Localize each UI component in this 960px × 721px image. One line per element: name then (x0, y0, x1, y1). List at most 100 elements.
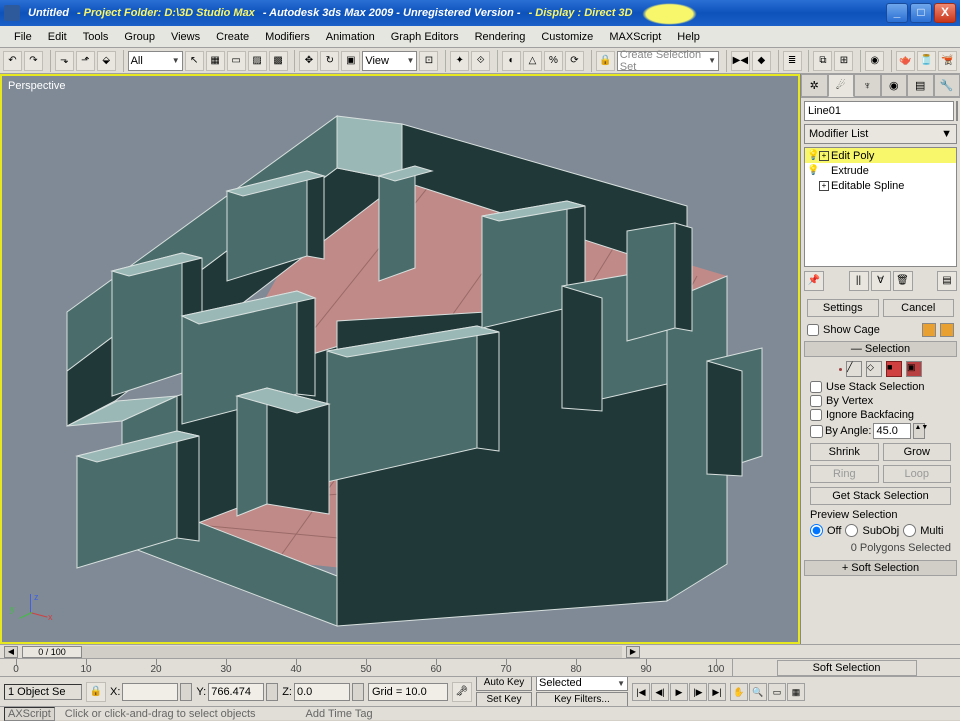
key-filters-button[interactable]: Key Filters... (536, 692, 628, 706)
selection-filter[interactable]: All▼ (128, 51, 183, 71)
by-vertex-check[interactable] (810, 395, 822, 407)
minimize-button[interactable]: _ (886, 3, 908, 23)
menu-views[interactable]: Views (163, 28, 208, 46)
menu-edit[interactable]: Edit (40, 28, 75, 46)
modifier-stack[interactable]: 💡+Edit Poly 💡Extrude +Editable Spline (804, 147, 957, 267)
key-filters-sel[interactable]: Selected▼ (536, 676, 628, 691)
viewport-perspective[interactable]: Perspective (0, 74, 800, 644)
shrink-button[interactable]: Shrink (810, 443, 879, 461)
subobj-border-icon[interactable]: ◇ (866, 361, 882, 377)
quick-render-icon[interactable]: 🫕 (938, 51, 957, 71)
tab-modify[interactable]: ☄ (828, 74, 855, 97)
menu-maxscript[interactable]: MAXScript (601, 28, 669, 46)
keymode-icon[interactable]: ⟐ (471, 51, 490, 71)
angle-input[interactable] (873, 423, 911, 439)
link-icon[interactable]: ⬎ (55, 51, 74, 71)
tab-display[interactable]: ▤ (907, 74, 934, 97)
show-cage-check[interactable] (807, 324, 819, 336)
nav-pan-icon[interactable]: ✋ (730, 683, 748, 701)
unlink-icon[interactable]: ⬏ (76, 51, 95, 71)
modifier-list[interactable]: Modifier List▼ (804, 124, 957, 144)
select-name-icon[interactable]: ▦ (206, 51, 225, 71)
named-sel-lock-icon[interactable]: 🔒 (596, 51, 615, 71)
ref-coord-sys[interactable]: View▼ (362, 51, 417, 71)
preview-subobj-radio[interactable] (845, 524, 858, 537)
stack-editable-spline[interactable]: +Editable Spline (805, 178, 956, 193)
prev-frame-icon[interactable]: ◀| (651, 683, 669, 701)
add-time-tag[interactable]: Add Time Tag (306, 708, 373, 720)
bind-icon[interactable]: ⬙ (97, 51, 116, 71)
goto-start-icon[interactable]: |◀ (632, 683, 650, 701)
layers-icon[interactable]: ≣ (783, 51, 802, 71)
rotate-icon[interactable]: ↻ (320, 51, 339, 71)
coord-y[interactable] (208, 683, 264, 701)
stack-edit-poly[interactable]: 💡+Edit Poly (805, 148, 956, 163)
time-ruler[interactable]: 0102030405060708090100 Soft Selection (0, 658, 960, 676)
nav-fov-icon[interactable]: ▭ (768, 683, 786, 701)
loop-button[interactable]: Loop (883, 465, 952, 483)
next-frame-icon[interactable]: |▶ (689, 683, 707, 701)
menu-grapheditors[interactable]: Graph Editors (383, 28, 467, 46)
tab-hierarchy[interactable]: ♆ (854, 74, 881, 97)
tab-create[interactable]: ✲ (801, 74, 828, 97)
time-slider-thumb[interactable]: 0 / 100 (22, 646, 82, 658)
mirror-icon[interactable]: ▶◀ (731, 51, 750, 71)
scale-icon[interactable]: ▣ (341, 51, 360, 71)
configure-sets-icon[interactable]: ▤ (937, 271, 957, 291)
align-icon[interactable]: ◆ (752, 51, 771, 71)
time-slider-right[interactable]: ▶ (626, 646, 640, 658)
redo-icon[interactable]: ↷ (24, 51, 43, 71)
goto-end-icon[interactable]: ▶| (708, 683, 726, 701)
render-frame-icon[interactable]: 🫙 (917, 51, 936, 71)
spinner-snap-icon[interactable]: ⟳ (565, 51, 584, 71)
nav-zoomext-icon[interactable]: ▦ (787, 683, 805, 701)
menu-help[interactable]: Help (669, 28, 708, 46)
subobj-edge-icon[interactable]: ╱ (846, 361, 862, 377)
move-icon[interactable]: ✥ (299, 51, 318, 71)
y-spinner[interactable] (266, 683, 278, 701)
curve-editor-icon[interactable]: ⧉ (813, 51, 832, 71)
subobj-polygon-icon[interactable]: ■ (886, 361, 902, 377)
material-editor-icon[interactable]: ◉ (865, 51, 884, 71)
undo-icon[interactable]: ↶ (3, 51, 22, 71)
ring-button[interactable]: Ring (810, 465, 879, 483)
cancel-button[interactable]: Cancel (883, 299, 955, 317)
coord-z[interactable] (294, 683, 350, 701)
percent-snap-icon[interactable]: % (544, 51, 563, 71)
menu-group[interactable]: Group (116, 28, 163, 46)
lock-selection-icon[interactable]: 🔒 (86, 682, 106, 702)
autokey-button[interactable]: Auto Key (476, 676, 532, 691)
select-region-icon[interactable]: ▭ (227, 51, 246, 71)
menu-file[interactable]: File (6, 28, 40, 46)
angle-spinner[interactable]: ▲▼ (913, 423, 925, 439)
menu-create[interactable]: Create (208, 28, 257, 46)
soft-sel-bottom[interactable]: Soft Selection (777, 660, 917, 676)
paint-select-icon[interactable]: ▩ (269, 51, 288, 71)
rollout-selection[interactable]: — Selection (804, 341, 957, 357)
play-icon[interactable]: ▶ (670, 683, 688, 701)
manipulate-icon[interactable]: ✦ (450, 51, 469, 71)
ignore-bf-check[interactable] (810, 409, 822, 421)
window-crossing-icon[interactable]: ▨ (248, 51, 267, 71)
nav-zoom-icon[interactable]: 🔍 (749, 683, 767, 701)
tab-motion[interactable]: ◉ (881, 74, 908, 97)
time-slider-left[interactable]: ◀ (4, 646, 18, 658)
setkey-button[interactable]: Set Key (476, 692, 532, 706)
time-slider[interactable]: 0 / 100 (22, 646, 622, 658)
menu-modifiers[interactable]: Modifiers (257, 28, 318, 46)
by-angle-check[interactable] (810, 425, 823, 438)
subobj-vertex-icon[interactable] (839, 368, 842, 371)
object-name-input[interactable] (804, 101, 954, 121)
close-button[interactable]: X (934, 3, 956, 23)
z-spinner[interactable] (352, 683, 364, 701)
use-stack-check[interactable] (810, 381, 822, 393)
render-setup-icon[interactable]: 🫖 (896, 51, 915, 71)
preview-off-radio[interactable] (810, 524, 823, 537)
pivot-icon[interactable]: ⊡ (419, 51, 438, 71)
pin-stack-icon[interactable]: 📌 (804, 271, 824, 291)
named-selection-set[interactable]: Create Selection Set▼ (617, 51, 719, 71)
remove-mod-icon[interactable]: 🗑 (893, 271, 913, 291)
menu-tools[interactable]: Tools (75, 28, 117, 46)
maxscript-listener[interactable]: AXScript (4, 707, 55, 721)
rollout-soft-selection[interactable]: + Soft Selection (804, 560, 957, 576)
